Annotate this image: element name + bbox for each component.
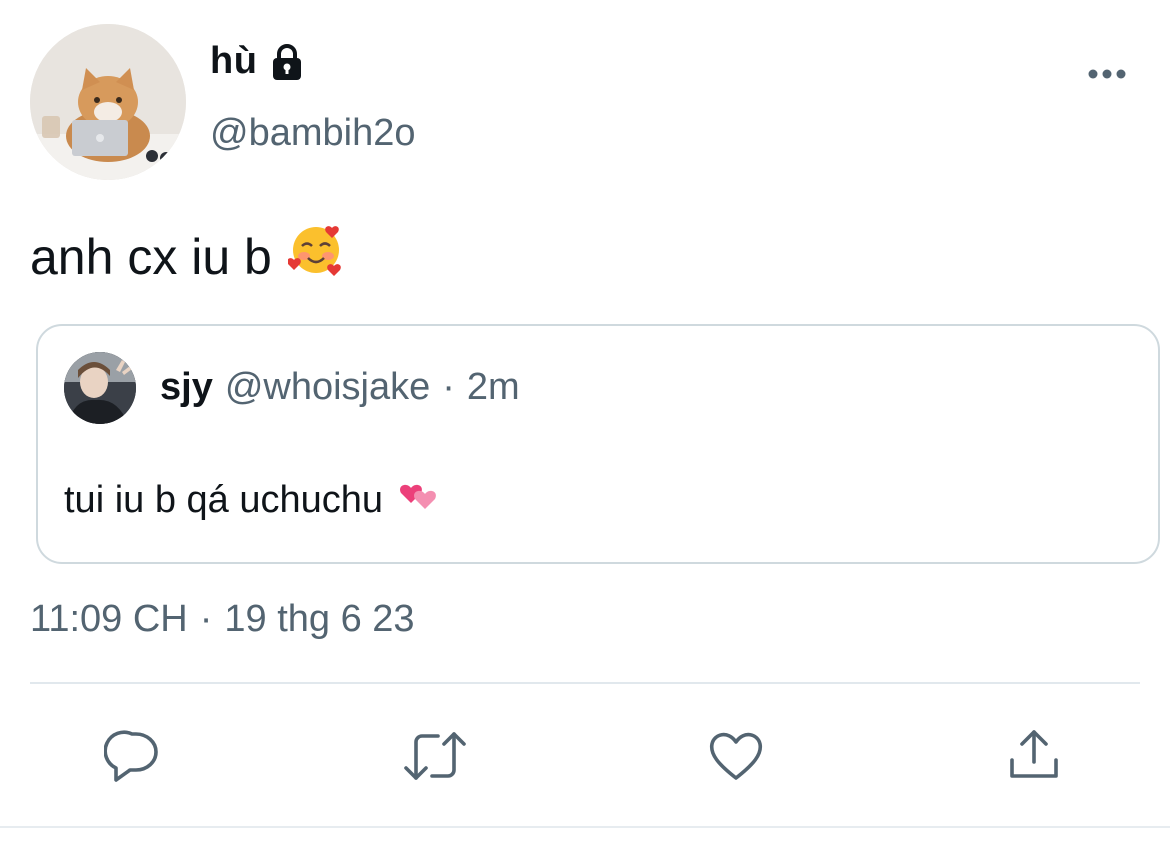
retweet-button[interactable] xyxy=(402,726,466,786)
reply-button[interactable] xyxy=(104,726,164,786)
quoted-header: sjy @whoisjake · 2m xyxy=(160,366,520,409)
more-options-icon[interactable] xyxy=(1086,62,1128,86)
tweet-timestamp[interactable]: 11:09 CH · 19 thg 6 23 xyxy=(30,598,415,641)
quoted-time: 2m xyxy=(466,366,520,408)
heart-icon xyxy=(709,732,763,780)
quoted-author-avatar[interactable] xyxy=(64,352,136,424)
quoted-avatar-image xyxy=(64,352,136,424)
share-button[interactable] xyxy=(1006,726,1066,786)
author-handle[interactable]: @bambih2o xyxy=(210,112,415,155)
quoted-handle: @whoisjake xyxy=(224,366,431,408)
cat-avatar-image xyxy=(30,24,186,180)
like-button[interactable] xyxy=(706,726,766,786)
quoted-separator: · xyxy=(442,366,455,408)
author-avatar[interactable] xyxy=(30,24,186,180)
quoted-body: tui iu b qá uchuchu xyxy=(64,478,384,521)
author-name-row: hù xyxy=(210,40,307,83)
timestamp-separator: · xyxy=(199,598,213,640)
quoted-text: tui iu b qá uchuchu xyxy=(64,474,439,526)
tweet-date: 19 thg 6 23 xyxy=(224,598,415,640)
lock-icon xyxy=(267,42,307,82)
retweet-icon xyxy=(404,732,466,780)
tweet-body: anh cx iu b xyxy=(30,228,272,285)
divider xyxy=(30,682,1140,684)
tweet-text: anh cx iu b xyxy=(30,222,344,291)
display-name[interactable]: hù xyxy=(210,40,257,83)
quoted-tweet-card[interactable]: sjy @whoisjake · 2m tui iu b qá uchuchu xyxy=(36,324,1160,564)
reply-icon xyxy=(104,730,158,782)
quoted-display-name: sjy xyxy=(160,366,213,408)
share-icon xyxy=(1010,730,1058,778)
tweet-time: 11:09 CH xyxy=(30,598,188,640)
bottom-divider xyxy=(0,826,1170,828)
revolving-hearts-icon xyxy=(397,474,439,526)
smiling-face-with-hearts-icon xyxy=(287,222,344,291)
